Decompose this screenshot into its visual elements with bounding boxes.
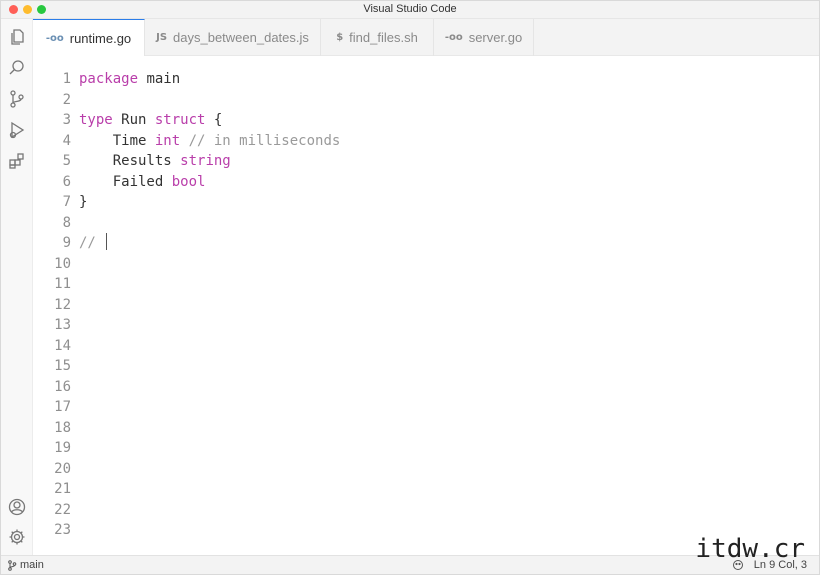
text-cursor — [106, 233, 108, 250]
git-branch-indicator[interactable]: main — [7, 559, 44, 571]
line-number: 13 — [54, 317, 71, 333]
line-number: 20 — [54, 460, 71, 477]
js-file-icon: JS — [156, 32, 168, 43]
settings-gear-icon[interactable] — [7, 527, 27, 547]
line-number: 16 — [54, 378, 71, 395]
code-editor[interactable]: 1 package main 2 3 type Run struct {4 Time i… — [33, 56, 819, 557]
code-line[interactable]: 3 type Run struct { — [33, 110, 819, 130]
window-title: Visual Studio Code — [363, 3, 457, 15]
line-number: 21 — [54, 481, 71, 497]
line-code: Results string — [79, 151, 231, 171]
extensions-icon[interactable] — [7, 151, 27, 171]
code-line[interactable]: 21 — [33, 479, 819, 499]
go-file-icon: -oo — [444, 32, 463, 43]
code-line[interactable]: 18 — [33, 418, 819, 438]
line-number: 2 — [62, 91, 71, 108]
code-line[interactable]: 15 — [33, 356, 819, 376]
line-number: 11 — [54, 276, 71, 292]
line-number: 12 — [54, 296, 71, 313]
comment-token: // — [79, 235, 105, 251]
code-line[interactable]: 13 — [33, 315, 819, 335]
code-line[interactable]: 20 — [33, 459, 819, 479]
line-number: 18 — [54, 419, 71, 436]
code-line[interactable]: 14 — [33, 336, 819, 356]
code-token: Failed — [79, 173, 172, 190]
search-icon[interactable] — [7, 58, 27, 78]
line-number: 8 — [62, 214, 71, 231]
line-number: 10 — [54, 255, 71, 272]
line-code: Time int // in milliseconds — [79, 131, 341, 151]
code-line[interactable]: 4 Time int // in milliseconds — [33, 131, 819, 151]
code-token: Results — [79, 153, 181, 169]
git-branch-icon — [8, 559, 17, 571]
line-number: 4 — [62, 132, 71, 149]
title-bar: Visual Studio Code — [1, 1, 819, 19]
code-line[interactable]: 2 — [33, 90, 819, 110]
code-line[interactable]: 7} — [33, 192, 819, 212]
tab-runtime-go[interactable]: -oo runtime.go — [33, 19, 145, 56]
code-token: main — [138, 71, 181, 87]
branch-name: main — [20, 559, 44, 571]
account-icon[interactable] — [7, 497, 27, 517]
line-number: 19 — [54, 440, 71, 456]
line-code: Failed bool — [79, 172, 206, 192]
keyword-token: bool — [171, 173, 206, 190]
keyword-token: type — [79, 112, 113, 128]
line-code: } — [79, 192, 87, 212]
code-line[interactable]: 17 — [33, 397, 819, 417]
tab-label: find_files.sh — [349, 30, 418, 45]
line-number: 15 — [54, 358, 71, 374]
activity-bar — [1, 19, 33, 557]
keyword-token: package — [79, 71, 139, 87]
line-code: // — [79, 233, 108, 253]
code-line[interactable]: 5 Results string — [33, 151, 819, 171]
comment-token: // in milliseconds — [180, 132, 341, 149]
source-control-icon[interactable] — [7, 89, 27, 109]
go-file-icon: -oo — [45, 32, 64, 44]
code-line[interactable]: 8 — [33, 213, 819, 233]
line-number: 6 — [62, 173, 71, 190]
code-token: { — [205, 112, 223, 128]
shell-file-icon: $ — [336, 32, 344, 43]
tab-find-files-sh[interactable]: $ find_files.sh — [321, 19, 434, 56]
tab-bar: -oo runtime.go JS days_between_dates.js … — [33, 19, 819, 56]
line-number: 17 — [54, 399, 71, 415]
code-token: Run — [112, 112, 155, 128]
line-number: 5 — [62, 153, 71, 169]
line-number: 23 — [54, 522, 71, 538]
code-token: Time — [79, 132, 155, 149]
code-line[interactable]: 19 — [33, 438, 819, 458]
run-debug-icon[interactable] — [7, 120, 27, 140]
tab-label: days_between_dates.js — [173, 30, 309, 45]
tab-days-between-dates-js[interactable]: JS days_between_dates.js — [145, 19, 321, 56]
code-line[interactable]: 22 — [33, 500, 819, 520]
vscode-window: Visual Studio Code -oo runtime.go JS day… — [0, 0, 820, 575]
line-number: 3 — [62, 112, 71, 128]
files-icon[interactable] — [7, 27, 27, 47]
line-number: 9 — [62, 235, 71, 251]
line-number: 7 — [62, 194, 71, 210]
tab-server-go[interactable]: -oo server.go — [434, 19, 534, 56]
line-number: 14 — [54, 337, 71, 354]
line-code: package main — [79, 69, 180, 89]
tab-label: runtime.go — [69, 30, 132, 46]
code-line[interactable]: 12 — [33, 295, 819, 315]
code-line[interactable]: 10 — [33, 254, 819, 274]
code-token: } — [79, 194, 88, 210]
line-number: 22 — [54, 501, 71, 518]
keyword-token: struct — [154, 112, 206, 128]
line-code: type Run struct { — [79, 110, 222, 130]
line-number: 1 — [62, 71, 71, 87]
code-line[interactable]: 9 // — [33, 233, 819, 253]
keyword-token: string — [180, 153, 231, 169]
keyword-token: int — [154, 132, 181, 149]
code-line[interactable]: 16 — [33, 377, 819, 397]
watermark-text: itdw.cr — [695, 534, 805, 564]
code-line[interactable]: 6 Failed bool — [33, 172, 819, 192]
tab-label: server.go — [468, 30, 523, 45]
code-line[interactable]: 1 package main — [33, 69, 819, 89]
code-line[interactable]: 11 — [33, 274, 819, 294]
